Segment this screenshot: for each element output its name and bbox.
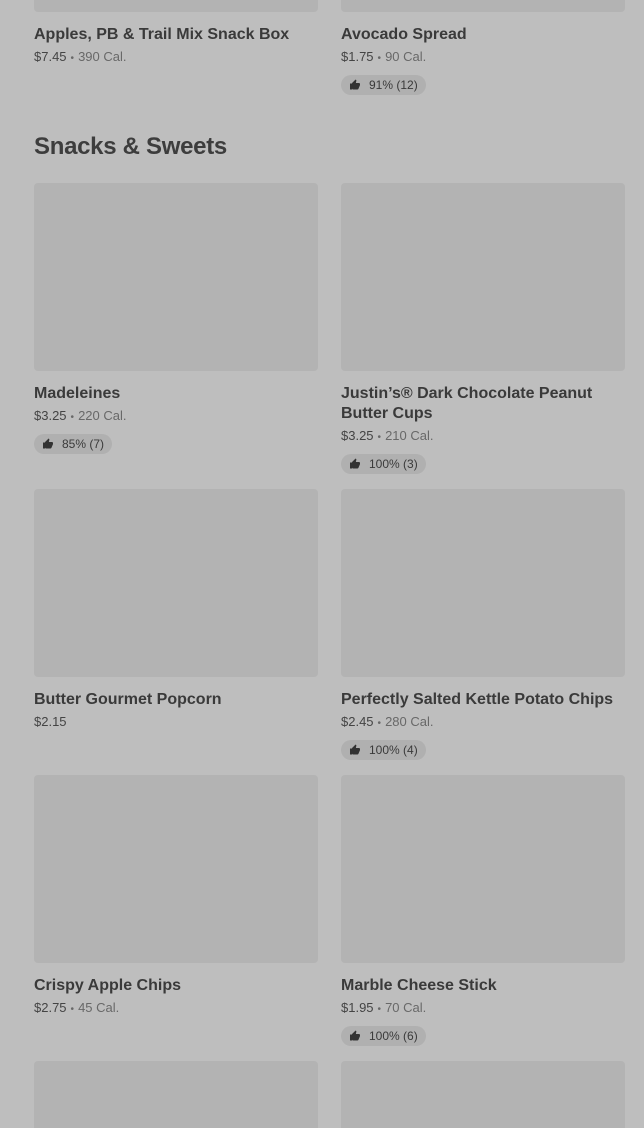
menu-item-name: Justin’s® Dark Chocolate Peanut Butter C… [341,385,593,422]
menu-item-price: $2.15 [34,714,67,729]
thumbs-up-icon [43,438,53,449]
menu-item-price: $1.75 [341,49,374,64]
rating-badge: 100% (4) [341,740,426,760]
menu-item-name: Marble Cheese Stick [341,977,497,994]
menu-item-price: $2.75 [34,1000,67,1015]
separator-dot: • [377,718,382,729]
rating-text: 91% (12) [369,78,418,92]
menu-item-meta: $2.75 • 45 Cal. [34,999,318,1018]
menu-item-name: Avocado Spread [341,26,467,43]
menu-item-name: Madeleines [34,385,121,402]
menu-item-card[interactable]: Justin’s® Dark Chocolate Peanut Butter C… [341,183,625,475]
menu-item-meta: $2.45 • 280 Cal. [341,713,625,732]
menu-item-card[interactable]: Butter Gourmet Popcorn $2.15 [34,489,318,730]
menu-item-image [34,0,318,12]
menu-item-calories: 390 Cal. [78,49,127,64]
menu-item-name: Perfectly Salted Kettle Potato Chips [341,691,614,708]
menu-item-image [34,1061,318,1128]
menu-item-image [341,183,625,371]
menu-item-card[interactable]: Marble Cheese Stick $1.95 • 70 Cal. 100% (… [341,775,625,1047]
menu-item-card[interactable] [34,1061,318,1128]
menu-page: Apples, PB & Trail Mix Snack Box $7.45 • 3… [0,0,644,1128]
separator-dot: • [70,53,75,64]
menu-item-card[interactable]: Crispy Apple Chips $2.75 • 45 Cal. [34,775,318,1018]
thumbs-up-icon [350,1030,360,1041]
thumbs-up-icon [350,79,360,90]
separator-dot: • [377,1004,382,1015]
rating-badge: 100% (6) [341,1026,426,1046]
rating-text: 85% (7) [62,437,105,451]
separator-dot: • [377,432,382,443]
rating-badge: 91% (12) [341,75,426,95]
menu-item-name: Butter Gourmet Popcorn [34,691,222,708]
separator-dot: • [377,53,382,64]
menu-item-name: Apples, PB & Trail Mix Snack Box [34,26,290,43]
menu-item-card[interactable] [341,1061,625,1128]
menu-item-calories: 45 Cal. [78,1000,120,1015]
thumbs-up-icon [350,458,360,469]
menu-item-calories: 70 Cal. [385,1000,427,1015]
menu-item-meta: $2.15 [34,713,318,730]
separator-dot: • [70,1004,75,1015]
menu-item-calories: 90 Cal. [385,49,427,64]
rating-text: 100% (4) [369,743,418,757]
menu-item-image [341,489,625,677]
menu-item-meta: $1.75 • 90 Cal. [341,48,625,67]
menu-item-image [34,775,318,963]
menu-item-name: Crispy Apple Chips [34,977,181,994]
menu-item-meta: $1.95 • 70 Cal. [341,999,625,1018]
menu-item-meta: $3.25 • 220 Cal. [34,407,318,426]
menu-item-calories: 280 Cal. [385,714,434,729]
menu-item-meta: $7.45 • 390 Cal. [34,48,318,67]
section-title: Snacks & Sweets [34,133,227,160]
rating-badge: 100% (3) [341,454,426,474]
menu-item-price: $3.25 [341,428,374,443]
menu-item-price: $7.45 [34,49,67,64]
menu-item-card[interactable]: Avocado Spread $1.75 • 90 Cal. 91% (12) [341,0,625,96]
separator-dot: • [70,412,75,423]
thumbs-up-icon [350,744,360,755]
rating-text: 100% (3) [369,457,418,471]
menu-item-card[interactable]: Madeleines $3.25 • 220 Cal. 85% (7) [34,183,318,455]
menu-item-price: $2.45 [341,714,374,729]
menu-item-image [34,489,318,677]
menu-item-calories: 220 Cal. [78,408,127,423]
menu-item-image [341,1061,625,1128]
menu-item-price: $3.25 [34,408,67,423]
menu-item-calories: 210 Cal. [385,428,434,443]
menu-item-price: $1.95 [341,1000,374,1015]
menu-item-image [341,0,625,12]
menu-item-meta: $3.25 • 210 Cal. [341,427,625,446]
menu-item-card[interactable]: Apples, PB & Trail Mix Snack Box $7.45 • 3… [34,0,318,67]
menu-item-card[interactable]: Perfectly Salted Kettle Potato Chips $2.… [341,489,625,761]
menu-item-image [341,775,625,963]
rating-text: 100% (6) [369,1029,418,1043]
rating-badge: 85% (7) [34,434,113,454]
menu-item-image [34,183,318,371]
